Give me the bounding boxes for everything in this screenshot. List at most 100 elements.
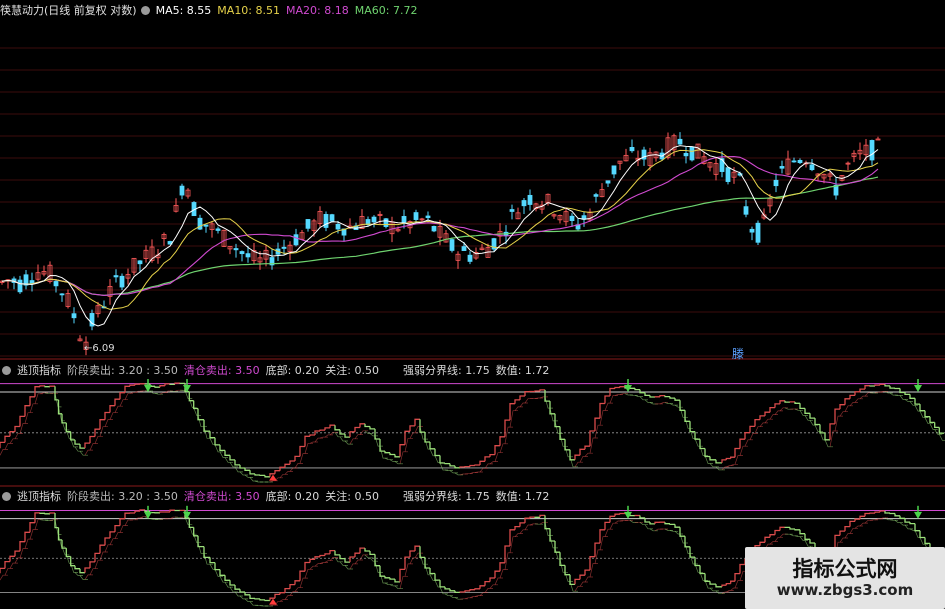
indicator-ladder bbox=[299, 577, 308, 588]
indicator-ladder bbox=[749, 433, 758, 440]
indicator-ladder bbox=[424, 438, 433, 450]
indicator-step bbox=[84, 567, 90, 573]
indicator-ladder bbox=[294, 463, 303, 469]
indicator-ladder bbox=[439, 586, 448, 595]
indicator-step bbox=[849, 394, 855, 399]
indicator-ladder bbox=[609, 522, 618, 530]
indicator-ladder bbox=[669, 530, 678, 532]
indicator-step bbox=[749, 425, 755, 433]
indicator-step bbox=[674, 524, 680, 528]
indicator-step bbox=[439, 455, 445, 464]
indicator-ladder bbox=[209, 438, 218, 446]
indicator-ladder bbox=[188, 524, 197, 535]
gear-icon[interactable] bbox=[2, 492, 11, 501]
indicator-ladder bbox=[188, 398, 197, 409]
candle-body bbox=[509, 209, 515, 212]
indicator-ladder bbox=[354, 559, 363, 565]
indicator-ladder bbox=[634, 394, 643, 397]
strength-line: 强弱分界线: 1.75 bbox=[403, 364, 490, 377]
indicator-ladder bbox=[579, 456, 588, 463]
gear-icon[interactable] bbox=[140, 6, 150, 15]
indicator-ladder bbox=[489, 584, 498, 589]
indicator-ladder bbox=[399, 451, 408, 464]
ma5-value: MA5: 8.55 bbox=[155, 4, 212, 17]
indicator-step bbox=[574, 578, 580, 585]
indicator-step bbox=[579, 574, 585, 580]
indicator-ladder bbox=[569, 581, 578, 592]
indicator-step bbox=[914, 398, 920, 405]
indicator-step bbox=[924, 410, 930, 418]
candle-body bbox=[869, 140, 875, 161]
indicator-step bbox=[919, 530, 925, 539]
indicator-ladder bbox=[429, 448, 438, 457]
indicator-ladder bbox=[899, 395, 908, 400]
indicator-ladder bbox=[679, 533, 688, 544]
indicator-step bbox=[514, 525, 520, 530]
candle-body bbox=[137, 260, 143, 265]
watch-level: 关注: 0.50 bbox=[325, 364, 379, 377]
indicator-ladder bbox=[859, 395, 868, 400]
indicator-ladder bbox=[269, 480, 278, 483]
indicator-step bbox=[519, 522, 525, 527]
indicator-step bbox=[84, 442, 90, 449]
indicator-ladder bbox=[19, 423, 28, 434]
indicator-step bbox=[329, 549, 335, 554]
gear-icon[interactable] bbox=[2, 366, 11, 375]
indicator-ladder bbox=[554, 547, 563, 560]
indicator-step bbox=[674, 398, 680, 401]
indicator-ladder bbox=[794, 408, 803, 411]
sell-arrow-icon bbox=[144, 511, 152, 519]
indicator-step bbox=[464, 590, 470, 592]
indicator-ladder bbox=[524, 398, 533, 404]
indicator-ladder bbox=[664, 402, 673, 404]
indicator-step bbox=[914, 523, 920, 532]
indicator-ladder bbox=[644, 524, 653, 530]
indicator-ladder bbox=[34, 393, 43, 404]
indicator-step bbox=[721, 584, 727, 587]
indicator-ladder bbox=[684, 542, 693, 554]
candle-body bbox=[797, 159, 803, 164]
indicator-step bbox=[884, 511, 890, 514]
indicator-step bbox=[484, 456, 490, 462]
indicator-step bbox=[839, 404, 845, 410]
indicator-step bbox=[824, 432, 830, 441]
candle-body bbox=[683, 152, 689, 157]
bottom-level: 底部: 0.20 bbox=[265, 490, 320, 503]
indicator-step bbox=[449, 463, 455, 467]
candle-body bbox=[605, 180, 611, 184]
indicator-ladder bbox=[599, 410, 608, 426]
sell-arrow-icon bbox=[183, 385, 191, 393]
candle-body bbox=[53, 281, 59, 287]
indicator-ladder bbox=[839, 537, 848, 543]
candle-body bbox=[461, 246, 467, 251]
chart-canvas bbox=[0, 47, 945, 607]
indicator-step bbox=[709, 581, 716, 585]
indicator-step bbox=[61, 413, 67, 424]
indicator-step bbox=[409, 550, 415, 558]
indicator-step bbox=[774, 403, 780, 408]
indicator-ladder bbox=[404, 437, 413, 452]
indicator-step bbox=[489, 453, 495, 457]
candle-body bbox=[335, 223, 341, 230]
indicator-step bbox=[384, 451, 390, 454]
indicator-ladder bbox=[197, 542, 207, 554]
indicator-ladder bbox=[434, 580, 443, 588]
indicator-ladder bbox=[734, 455, 743, 465]
indicator-step bbox=[664, 522, 670, 525]
candle-body bbox=[689, 146, 695, 161]
sell-arrow-icon bbox=[183, 511, 191, 519]
candle-body bbox=[779, 166, 785, 169]
indicator-ladder bbox=[4, 443, 13, 450]
indicator-ladder bbox=[104, 419, 113, 427]
watermark-title: 指标公式网 bbox=[792, 557, 898, 581]
indicator-step bbox=[764, 536, 770, 543]
indicator-step bbox=[0, 441, 5, 449]
indicator-step bbox=[814, 418, 820, 426]
indicator-step bbox=[564, 565, 570, 576]
indicator-ladder bbox=[730, 587, 738, 591]
indicator-ladder bbox=[474, 471, 483, 473]
indicator-ladder bbox=[769, 414, 778, 420]
indicator-step bbox=[429, 442, 435, 450]
indicator-step bbox=[79, 444, 85, 449]
indicator-ladder bbox=[119, 399, 128, 407]
